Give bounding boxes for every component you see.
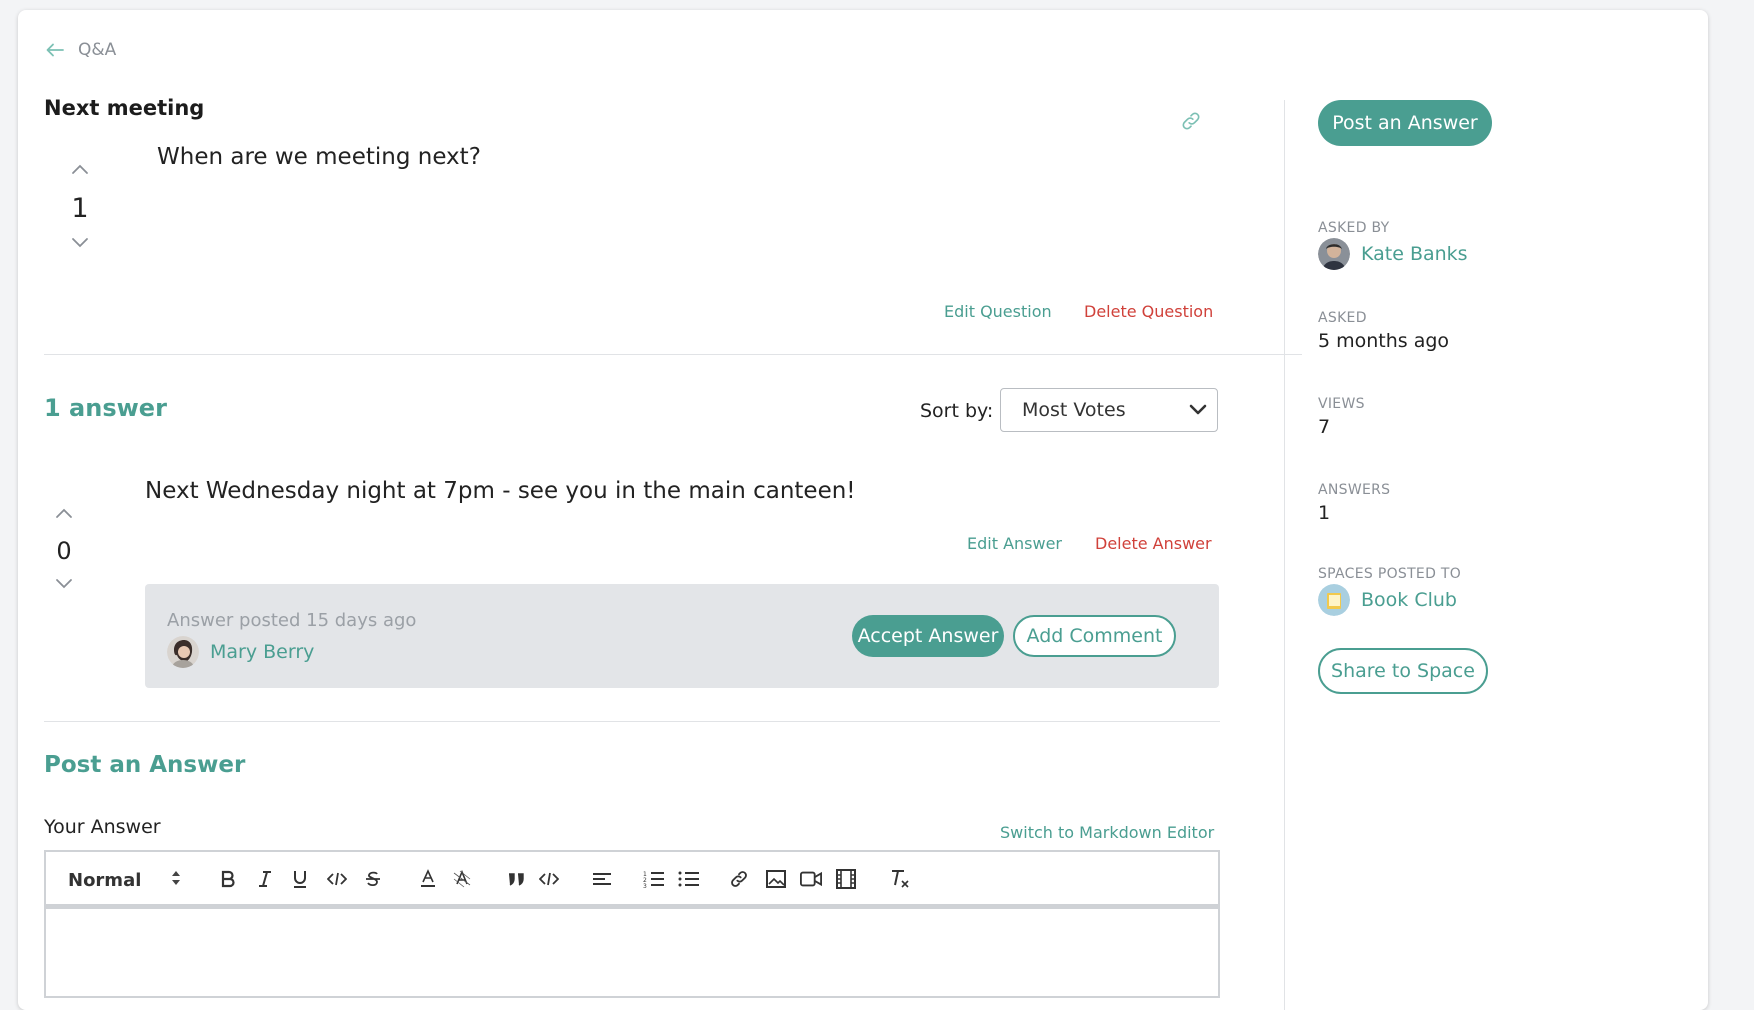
blockquote-icon[interactable] bbox=[505, 868, 527, 890]
text-color-icon[interactable] bbox=[417, 868, 439, 890]
answers-count: 1 answer bbox=[44, 394, 167, 422]
space-link[interactable]: Book Club bbox=[1318, 584, 1457, 616]
question-title: Next meeting bbox=[44, 96, 205, 120]
question-vote-count: 1 bbox=[71, 193, 89, 224]
divider bbox=[44, 721, 1220, 722]
views-value: 7 bbox=[1318, 416, 1331, 438]
breadcrumb[interactable]: Q&A bbox=[46, 40, 116, 60]
asked-value: 5 months ago bbox=[1318, 330, 1450, 352]
answer-posted-time: Answer posted 15 days ago bbox=[167, 610, 417, 631]
share-to-space-button[interactable]: Share to Space bbox=[1318, 648, 1488, 694]
answer-body: Next Wednesday night at 7pm - see you in… bbox=[145, 478, 856, 504]
code-block-icon[interactable] bbox=[538, 868, 560, 890]
delete-answer-link[interactable]: Delete Answer bbox=[1095, 534, 1212, 553]
asked-by-label: ASKED BY bbox=[1318, 220, 1390, 236]
answers-value: 1 bbox=[1318, 502, 1331, 524]
downvote-chevron-icon[interactable] bbox=[71, 234, 89, 253]
strikethrough-icon[interactable] bbox=[362, 868, 384, 890]
divider bbox=[44, 354, 1302, 355]
views-label: VIEWS bbox=[1318, 396, 1365, 412]
edit-answer-link[interactable]: Edit Answer bbox=[967, 534, 1062, 553]
post-answer-button[interactable]: Post an Answer bbox=[1318, 100, 1492, 146]
question-body: When are we meeting next? bbox=[157, 144, 481, 170]
question-vote: 1 bbox=[60, 160, 100, 253]
answer-author[interactable]: Mary Berry bbox=[167, 636, 314, 668]
sort-value: Most Votes bbox=[1022, 399, 1126, 421]
breadcrumb-label[interactable]: Q&A bbox=[78, 40, 116, 60]
underline-icon[interactable] bbox=[289, 868, 311, 890]
avatar bbox=[1318, 238, 1350, 270]
answer-editor[interactable] bbox=[44, 906, 1220, 998]
post-answer-title: Post an Answer bbox=[44, 752, 246, 778]
answer-vote: 0 bbox=[44, 504, 84, 594]
delete-question-link[interactable]: Delete Question bbox=[1084, 302, 1213, 321]
upvote-chevron-icon[interactable] bbox=[71, 160, 89, 179]
book-icon bbox=[1318, 584, 1350, 616]
back-arrow-icon[interactable] bbox=[46, 43, 64, 57]
editor-toolbar: Normal 1 2 3 bbox=[44, 850, 1220, 906]
add-comment-button[interactable]: Add Comment bbox=[1013, 615, 1176, 657]
space-name[interactable]: Book Club bbox=[1361, 589, 1457, 611]
answer-vote-count: 0 bbox=[56, 537, 72, 565]
bold-icon[interactable] bbox=[217, 868, 239, 890]
sidebar-divider bbox=[1284, 100, 1285, 1010]
link-icon[interactable] bbox=[1180, 110, 1202, 136]
ordered-list-icon[interactable]: 123 bbox=[643, 868, 665, 890]
format-select[interactable]: Normal bbox=[68, 870, 141, 891]
link-icon[interactable] bbox=[728, 868, 750, 890]
accept-answer-button[interactable]: Accept Answer bbox=[852, 615, 1004, 657]
format-select-caret-icon[interactable] bbox=[170, 868, 182, 892]
avatar bbox=[167, 636, 199, 668]
bullet-list-icon[interactable] bbox=[678, 868, 700, 890]
spaces-label: SPACES POSTED TO bbox=[1318, 566, 1462, 582]
film-icon[interactable] bbox=[835, 868, 857, 890]
answer-footer: Answer posted 15 days ago Mary Berry Acc… bbox=[145, 584, 1219, 688]
edit-question-link[interactable]: Edit Question bbox=[944, 302, 1052, 321]
main-card: Q&A Next meeting 1 When are we meeting n… bbox=[18, 10, 1708, 1010]
sort-label: Sort by: bbox=[920, 400, 994, 422]
downvote-chevron-icon[interactable] bbox=[55, 575, 73, 594]
code-inline-icon[interactable] bbox=[326, 868, 348, 890]
clear-format-icon[interactable] bbox=[889, 868, 911, 890]
upvote-chevron-icon[interactable] bbox=[55, 504, 73, 523]
image-icon[interactable] bbox=[765, 868, 787, 890]
video-icon[interactable] bbox=[800, 868, 822, 890]
answer-author-name[interactable]: Mary Berry bbox=[210, 641, 314, 663]
background-color-icon[interactable] bbox=[451, 868, 473, 890]
asked-by-user[interactable]: Kate Banks bbox=[1318, 238, 1468, 270]
sort-select[interactable]: Most Votes bbox=[1000, 388, 1218, 432]
italic-icon[interactable] bbox=[254, 868, 276, 890]
align-icon[interactable] bbox=[591, 868, 613, 890]
asked-by-name[interactable]: Kate Banks bbox=[1361, 243, 1468, 265]
svg-text:3: 3 bbox=[643, 883, 647, 888]
chevron-down-icon bbox=[1189, 399, 1207, 421]
asked-label: ASKED bbox=[1318, 310, 1367, 326]
your-answer-label: Your Answer bbox=[44, 816, 161, 838]
switch-markdown-link[interactable]: Switch to Markdown Editor bbox=[1000, 823, 1214, 842]
answers-label: ANSWERS bbox=[1318, 482, 1391, 498]
